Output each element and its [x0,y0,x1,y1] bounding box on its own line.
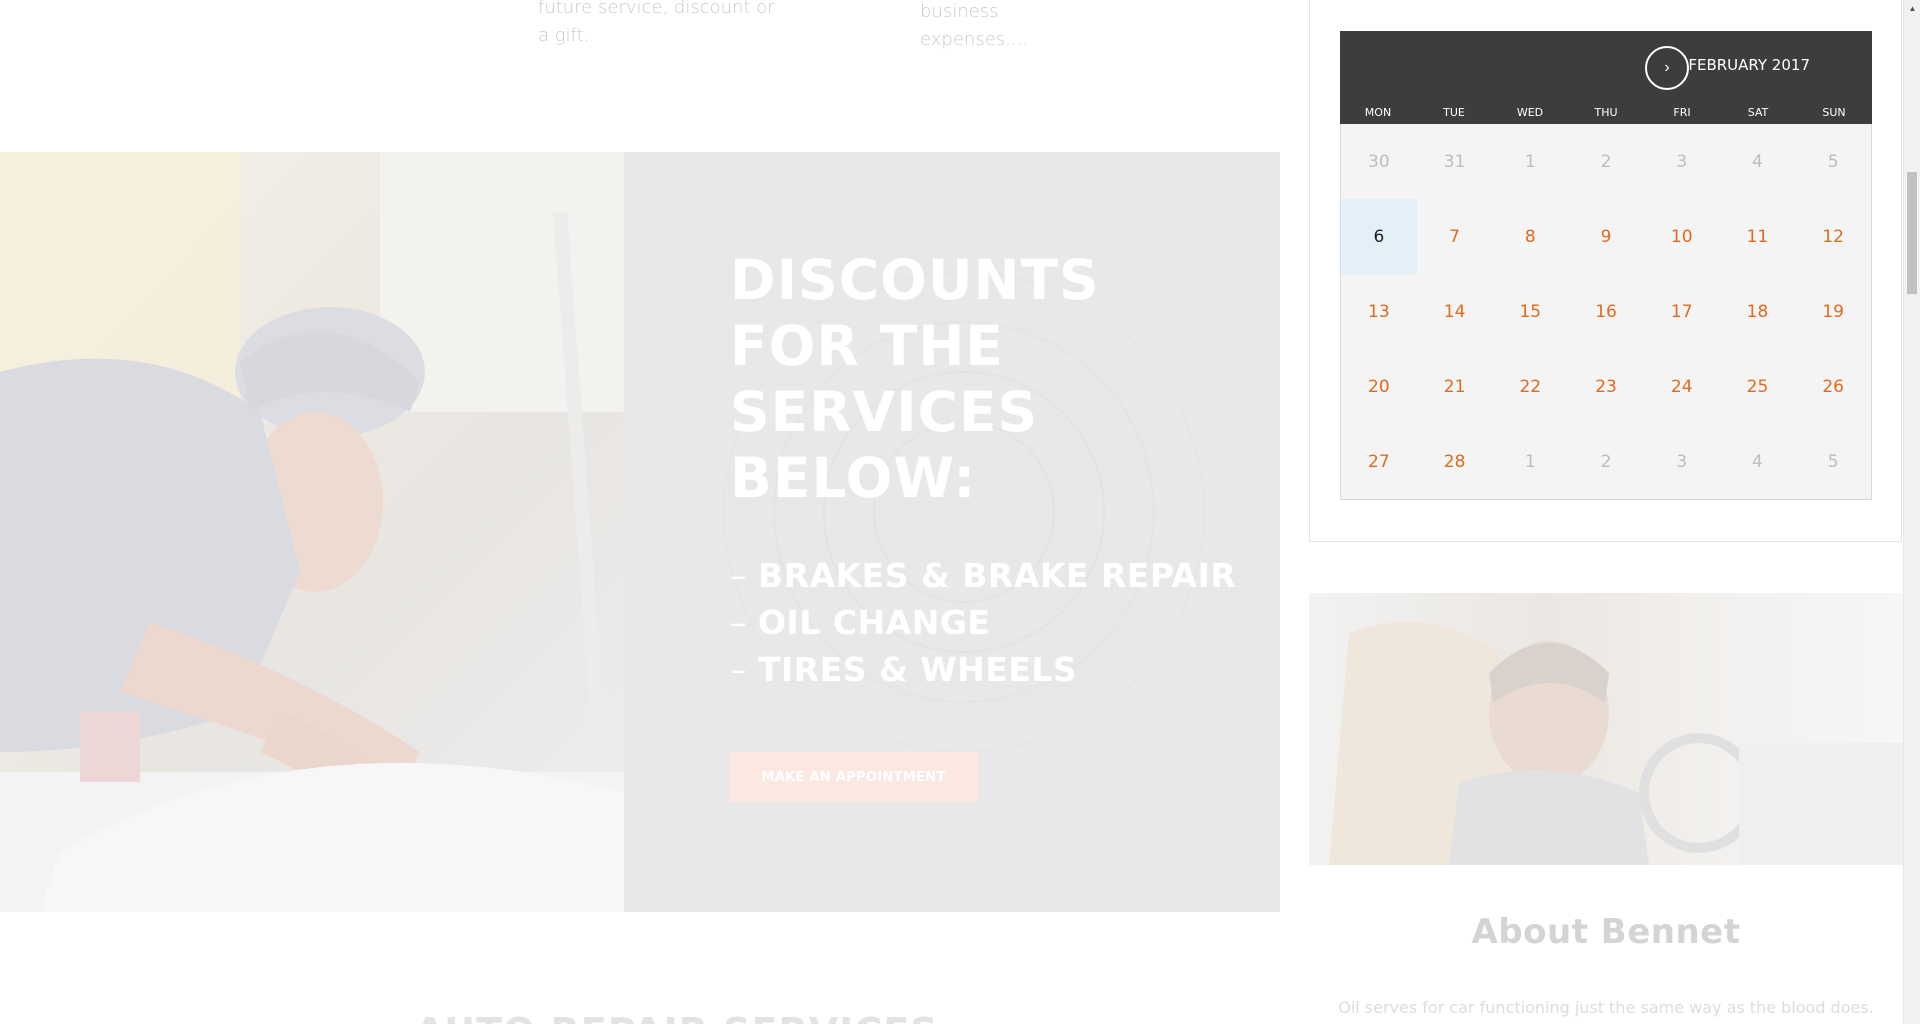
calendar-day[interactable]: 7 [1417,199,1493,274]
driver-photo [1309,593,1903,865]
calendar-grid: 30 31 1 2 3 4 5 6 7 8 9 10 11 12 13 14 1… [1340,124,1872,500]
mechanic-photo [0,152,624,912]
calendar-day[interactable]: 25 [1720,349,1796,424]
calendar-week: 30 31 1 2 3 4 5 [1341,124,1871,199]
scroll-up-arrow-icon[interactable]: ▲ [1904,0,1920,17]
calendar-day-other-month: 2 [1600,451,1612,472]
discount-promo-section: DISCOUNTS FOR THE SERVICES BELOW: BRAKES… [0,152,1280,912]
calendar-day-other-month: 3 [1676,451,1688,472]
calendar-day-past: 1 [1524,151,1536,172]
calendar-day-past: 5 [1827,151,1839,172]
calendar-week: 27 28 1 2 3 4 5 [1341,424,1871,499]
calendar-day[interactable]: 22 [1492,349,1568,424]
calendar-day[interactable]: 28 [1417,424,1493,499]
calendar-day-other-month: 1 [1524,451,1536,472]
section-heading: AUTO REPAIR SERVICES [415,1010,939,1024]
calendar-day[interactable]: 23 [1568,349,1644,424]
calendar-day[interactable]: 16 [1568,274,1644,349]
weekday-label: TUE [1443,106,1465,119]
feature-text: future service, discount or a gift. [538,0,775,46]
calendar-week: 6 7 8 9 10 11 12 [1341,199,1871,274]
calendar-day[interactable]: 8 [1492,199,1568,274]
calendar-header: FEBRUARY 2017 › MON TUE WED THU FRI SAT … [1340,31,1872,124]
weekday-label: FRI [1673,106,1691,119]
calendar-day[interactable]: 26 [1795,349,1871,424]
weekday-label: THU [1594,106,1618,119]
calendar-month-label: FEBRUARY 2017 [1688,56,1810,74]
promo-panel: DISCOUNTS FOR THE SERVICES BELOW: BRAKES… [624,152,1280,912]
weekday-label: SUN [1822,106,1846,119]
calendar-day[interactable]: 19 [1795,274,1871,349]
calendar-day-other-month: 31 [1443,151,1466,172]
about-text: Oil serves for car functioning just the … [1338,998,1874,1017]
calendar-widget: FEBRUARY 2017 › MON TUE WED THU FRI SAT … [1309,0,1902,542]
calendar-day[interactable]: 21 [1417,349,1493,424]
feature-text: business expenses.... [920,1,1029,50]
calendar-day[interactable]: 18 [1720,274,1796,349]
calendar-day[interactable]: 11 [1720,199,1796,274]
service-item: OIL CHANGE [730,599,1236,646]
calendar-day[interactable]: 9 [1568,199,1644,274]
promo-title: DISCOUNTS FOR THE SERVICES BELOW: [730,248,1100,510]
calendar-day[interactable]: 24 [1644,349,1720,424]
calendar-day[interactable]: 12 [1795,199,1871,274]
about-title: About Bennet [1471,912,1741,952]
calendar-day-past: 4 [1752,151,1763,172]
calendar-day-other-month: 5 [1827,451,1839,472]
weekday-label: WED [1516,106,1544,119]
service-item: TIRES & WHEELS [730,646,1236,693]
calendar-day[interactable]: 10 [1644,199,1720,274]
calendar-day-today[interactable]: 6 [1341,199,1417,274]
calendar-day-past: 2 [1600,151,1612,172]
page-scrollbar[interactable]: ▲ [1903,0,1920,1024]
chevron-right-icon: › [1664,59,1670,76]
calendar-day[interactable]: 14 [1417,274,1493,349]
make-appointment-button[interactable]: MAKE AN APPOINTMENT [729,752,978,802]
scrollbar-thumb[interactable] [1907,172,1917,294]
calendar-day[interactable]: 17 [1644,274,1720,349]
calendar-day[interactable]: 20 [1341,349,1417,424]
calendar-day[interactable]: 15 [1492,274,1568,349]
calendar-day-other-month: 30 [1368,151,1390,172]
calendar-day-past: 3 [1676,151,1688,172]
calendar-week: 13 14 15 16 17 18 19 [1341,274,1871,349]
services-list: BRAKES & BRAKE REPAIR OIL CHANGE TIRES &… [730,552,1236,693]
calendar-next-button[interactable]: › [1645,46,1689,90]
calendar-week: 20 21 22 23 24 25 26 [1341,349,1871,424]
calendar-day[interactable]: 13 [1341,274,1417,349]
weekday-header: MON TUE WED THU FRI SAT SUN [1340,106,1872,119]
calendar-day[interactable]: 27 [1341,424,1417,499]
calendar: FEBRUARY 2017 › MON TUE WED THU FRI SAT … [1340,31,1872,500]
weekday-label: SAT [1747,106,1769,119]
calendar-day-other-month: 4 [1752,451,1763,472]
weekday-label: MON [1364,106,1392,119]
service-item: BRAKES & BRAKE REPAIR [730,552,1236,599]
